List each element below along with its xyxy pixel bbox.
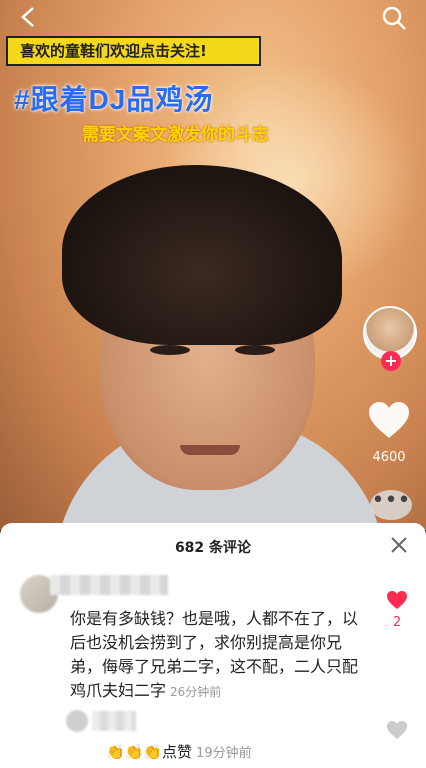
- commenter-name-blurred: [50, 575, 168, 595]
- person-eye-left: [150, 345, 190, 355]
- chevron-left-icon[interactable]: [18, 6, 40, 28]
- comment-heart-icon[interactable]: [386, 590, 408, 610]
- follow-plus-icon[interactable]: +: [381, 351, 401, 371]
- video-headline: #跟着DJ品鸡汤: [14, 84, 214, 115]
- follow-banner: 喜欢的童鞋们欢迎点击关注!: [6, 36, 261, 66]
- comment-time: 26分钟前: [170, 685, 222, 699]
- video-like-count: 4600: [372, 450, 406, 465]
- reply-text: 👏👏👏点赞 19分钟前: [106, 741, 252, 762]
- heart-icon[interactable]: [367, 400, 411, 440]
- comment-text: 你是有多缺钱？也是哦，人都不在了，以后也没机会捞到了，求你别提高是你兄弟，侮辱了…: [70, 607, 370, 704]
- replier-name-blurred: [92, 711, 136, 731]
- reply-time: 19分钟前: [196, 746, 252, 761]
- video-player[interactable]: 喜欢的童鞋们欢迎点击关注! #跟着DJ品鸡汤 需要文案文激发你的斗志 + 460…: [0, 0, 426, 530]
- comments-sheet: 682 条评论 你是有多缺钱？也是哦，人都不在了，以后也没机会捞到了，求你别提高…: [0, 523, 426, 768]
- person-mouth: [180, 445, 240, 455]
- video-subline: 需要文案文激发你的斗志: [82, 125, 269, 145]
- close-icon[interactable]: [390, 536, 408, 554]
- reply-body: 点赞: [162, 743, 193, 761]
- comments-title: 682 条评论: [174, 540, 252, 556]
- search-icon[interactable]: [380, 4, 408, 32]
- reply-heart-icon[interactable]: [386, 720, 408, 740]
- replier-avatar[interactable]: [66, 710, 88, 732]
- person-eye-right: [235, 345, 275, 355]
- comment-like-count: 2: [392, 615, 402, 630]
- reply-emoji: 👏👏👏: [106, 743, 163, 761]
- more-dots-icon[interactable]: •••: [370, 490, 412, 520]
